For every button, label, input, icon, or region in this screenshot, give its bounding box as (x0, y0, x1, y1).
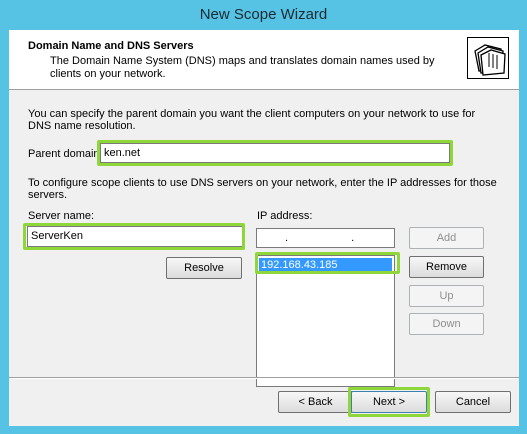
server-name-label: Server name: (28, 210, 95, 222)
footer-divider (9, 377, 519, 379)
intro-text: You can specify the parent domain you wa… (28, 108, 476, 132)
ip-address-input[interactable]: . . . (256, 228, 395, 248)
window-title-bar: New Scope Wizard (0, 0, 527, 30)
header-description: The Domain Name System (DNS) maps and tr… (50, 55, 435, 80)
down-button[interactable]: Down (409, 313, 484, 335)
parent-domain-label: Parent domain: (28, 148, 103, 160)
up-button[interactable]: Up (409, 285, 484, 307)
header-title: Domain Name and DNS Servers (28, 40, 194, 52)
resolve-button[interactable]: Resolve (166, 257, 242, 279)
list-item[interactable]: 192.168.43.185 (259, 258, 392, 273)
add-button[interactable]: Add (409, 227, 484, 249)
folders-icon (467, 37, 509, 79)
next-button[interactable]: Next > (351, 391, 427, 413)
cancel-button[interactable]: Cancel (435, 391, 511, 413)
dns-server-list[interactable]: 192.168.43.185 (256, 255, 395, 387)
back-button[interactable]: < Back (278, 391, 353, 413)
wizard-window: Domain Name and DNS Servers The Domain N… (9, 30, 519, 426)
wizard-header: Domain Name and DNS Servers The Domain N… (9, 30, 519, 90)
window-title: New Scope Wizard (199, 6, 328, 23)
ip-address-label: IP address: (257, 210, 313, 222)
dns-intro-text: To configure scope clients to use DNS se… (28, 177, 497, 201)
parent-domain-input[interactable]: ken.net (100, 143, 450, 163)
server-name-input[interactable]: ServerKen (27, 226, 243, 247)
remove-button[interactable]: Remove (409, 256, 484, 278)
